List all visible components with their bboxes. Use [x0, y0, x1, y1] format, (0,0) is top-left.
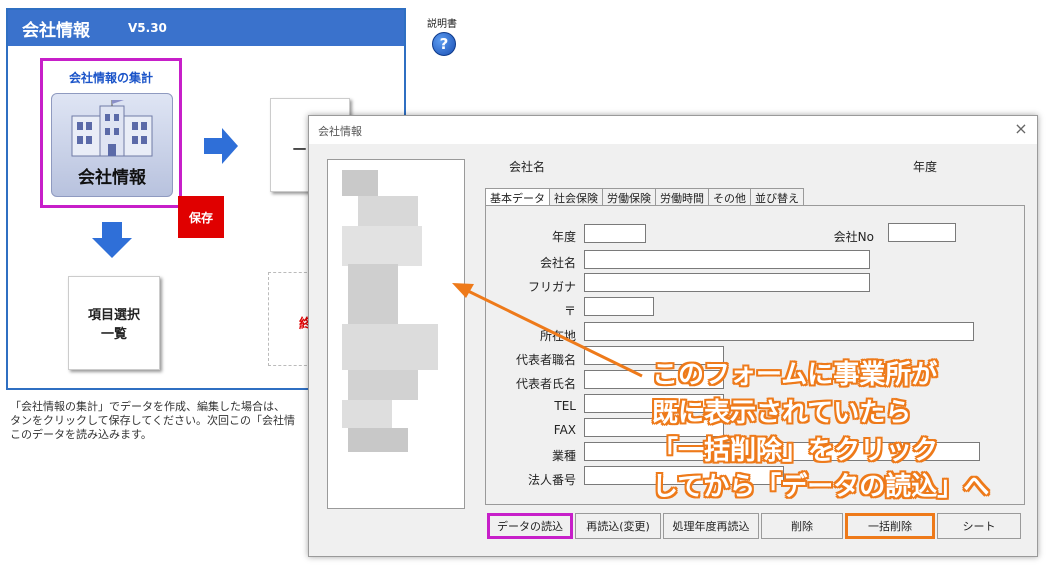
address-label: 所在地 — [539, 329, 576, 343]
year-label: 年度 — [913, 160, 938, 174]
company-info-button-label: 会社情報 — [78, 168, 146, 188]
item-select-list-button[interactable]: 項目選択 一覧 — [68, 276, 160, 370]
dialog-title: 会社情報 — [318, 125, 362, 138]
blurred-list-item — [348, 428, 408, 452]
fax-label: FAX — [553, 423, 576, 437]
arrow-right-icon — [204, 128, 238, 164]
load-data-button[interactable]: データの読込 — [487, 513, 573, 539]
tab-other[interactable]: その他 — [708, 188, 751, 206]
address-field[interactable] — [584, 322, 974, 341]
description-line: タンをクリックして保存してください。次回この「会社情 — [10, 414, 296, 427]
corp-no-label: 法人番号 — [527, 473, 576, 487]
blurred-list-item — [342, 400, 392, 428]
rep-title-label: 代表者職名 — [515, 353, 576, 367]
rep-name-label: 代表者氏名 — [515, 377, 576, 391]
year-field-label: 年度 — [551, 230, 576, 244]
app-title: 会社情報 — [22, 21, 90, 41]
industry-label: 業種 — [551, 449, 576, 463]
sheet-button[interactable]: シート — [937, 513, 1021, 539]
tab-basic-data[interactable]: 基本データ — [485, 188, 550, 206]
blurred-list-item — [342, 324, 438, 370]
callout-line: してから「データの読込」へ — [652, 472, 990, 502]
blurred-list-item — [342, 170, 378, 196]
app-version: V5.30 — [128, 21, 167, 35]
callout-line: 既に表示されていたら — [652, 398, 912, 428]
company-name-field[interactable] — [584, 250, 870, 269]
arrow-down-icon — [92, 222, 132, 258]
tel-label: TEL — [554, 399, 576, 413]
company-no-field[interactable] — [888, 223, 956, 242]
callout-line: 「一括削除」をクリック — [652, 436, 939, 466]
aggregate-label: 会社情報の集計 — [68, 71, 153, 85]
tab-social-insurance[interactable]: 社会保険 — [549, 188, 603, 206]
blurred-list-item — [348, 264, 398, 324]
tab-bar: 基本データ 社会保険 労働保険 労働時間 その他 並び替え — [485, 188, 804, 206]
furigana-label: フリガナ — [527, 280, 576, 294]
list-output-label: 一 — [293, 143, 307, 158]
company-list[interactable] — [327, 159, 465, 509]
description-text: 「会社情報の集計」でデータを作成、編集した場合は、 タンをクリックして保存してく… — [10, 400, 310, 442]
list-card-line1: 項目選択 — [87, 308, 140, 323]
save-button[interactable]: 保存 — [178, 196, 224, 238]
blurred-list-item — [348, 370, 418, 400]
postal-field[interactable] — [584, 297, 654, 316]
aggregate-highlight: 会社情報の集計 会社情報 — [40, 58, 182, 208]
building-icon — [71, 100, 153, 157]
description-line: 「会社情報の集計」でデータを作成、編集した場合は、 — [10, 400, 285, 413]
callout-line: このフォームに事業所が — [652, 360, 938, 390]
year-field[interactable] — [584, 224, 646, 243]
description-line: このデータを読み込みます。 — [10, 428, 152, 441]
company-name-label: 会社名 — [509, 160, 546, 174]
close-icon[interactable]: × — [1011, 119, 1031, 139]
reload-fiscal-year-button[interactable]: 処理年度再読込 — [663, 513, 759, 539]
postal-label: 〒 — [563, 304, 576, 318]
manual-label: 説明書 — [427, 19, 457, 30]
delete-button[interactable]: 削除 — [761, 513, 843, 539]
bulk-delete-button[interactable]: 一括削除 — [845, 513, 935, 539]
blurred-list-item — [342, 226, 422, 266]
tab-labor-insurance[interactable]: 労働保険 — [602, 188, 656, 206]
tab-working-hours[interactable]: 労働時間 — [655, 188, 709, 206]
help-icon[interactable]: ? — [432, 32, 456, 56]
reload-change-button[interactable]: 再読込(変更) — [575, 513, 661, 539]
furigana-field[interactable] — [584, 273, 870, 292]
list-card-line2: 一覧 — [100, 327, 127, 342]
tab-sort[interactable]: 並び替え — [750, 188, 804, 206]
dialog-titlebar: 会社情報 × — [309, 116, 1037, 144]
blurred-list-item — [358, 196, 418, 228]
company-no-label: 会社No — [833, 230, 874, 244]
app-header: 会社情報 V5.30 — [8, 10, 404, 46]
company-name-field-label: 会社名 — [539, 256, 576, 270]
company-info-button[interactable]: 会社情報 — [51, 93, 173, 197]
